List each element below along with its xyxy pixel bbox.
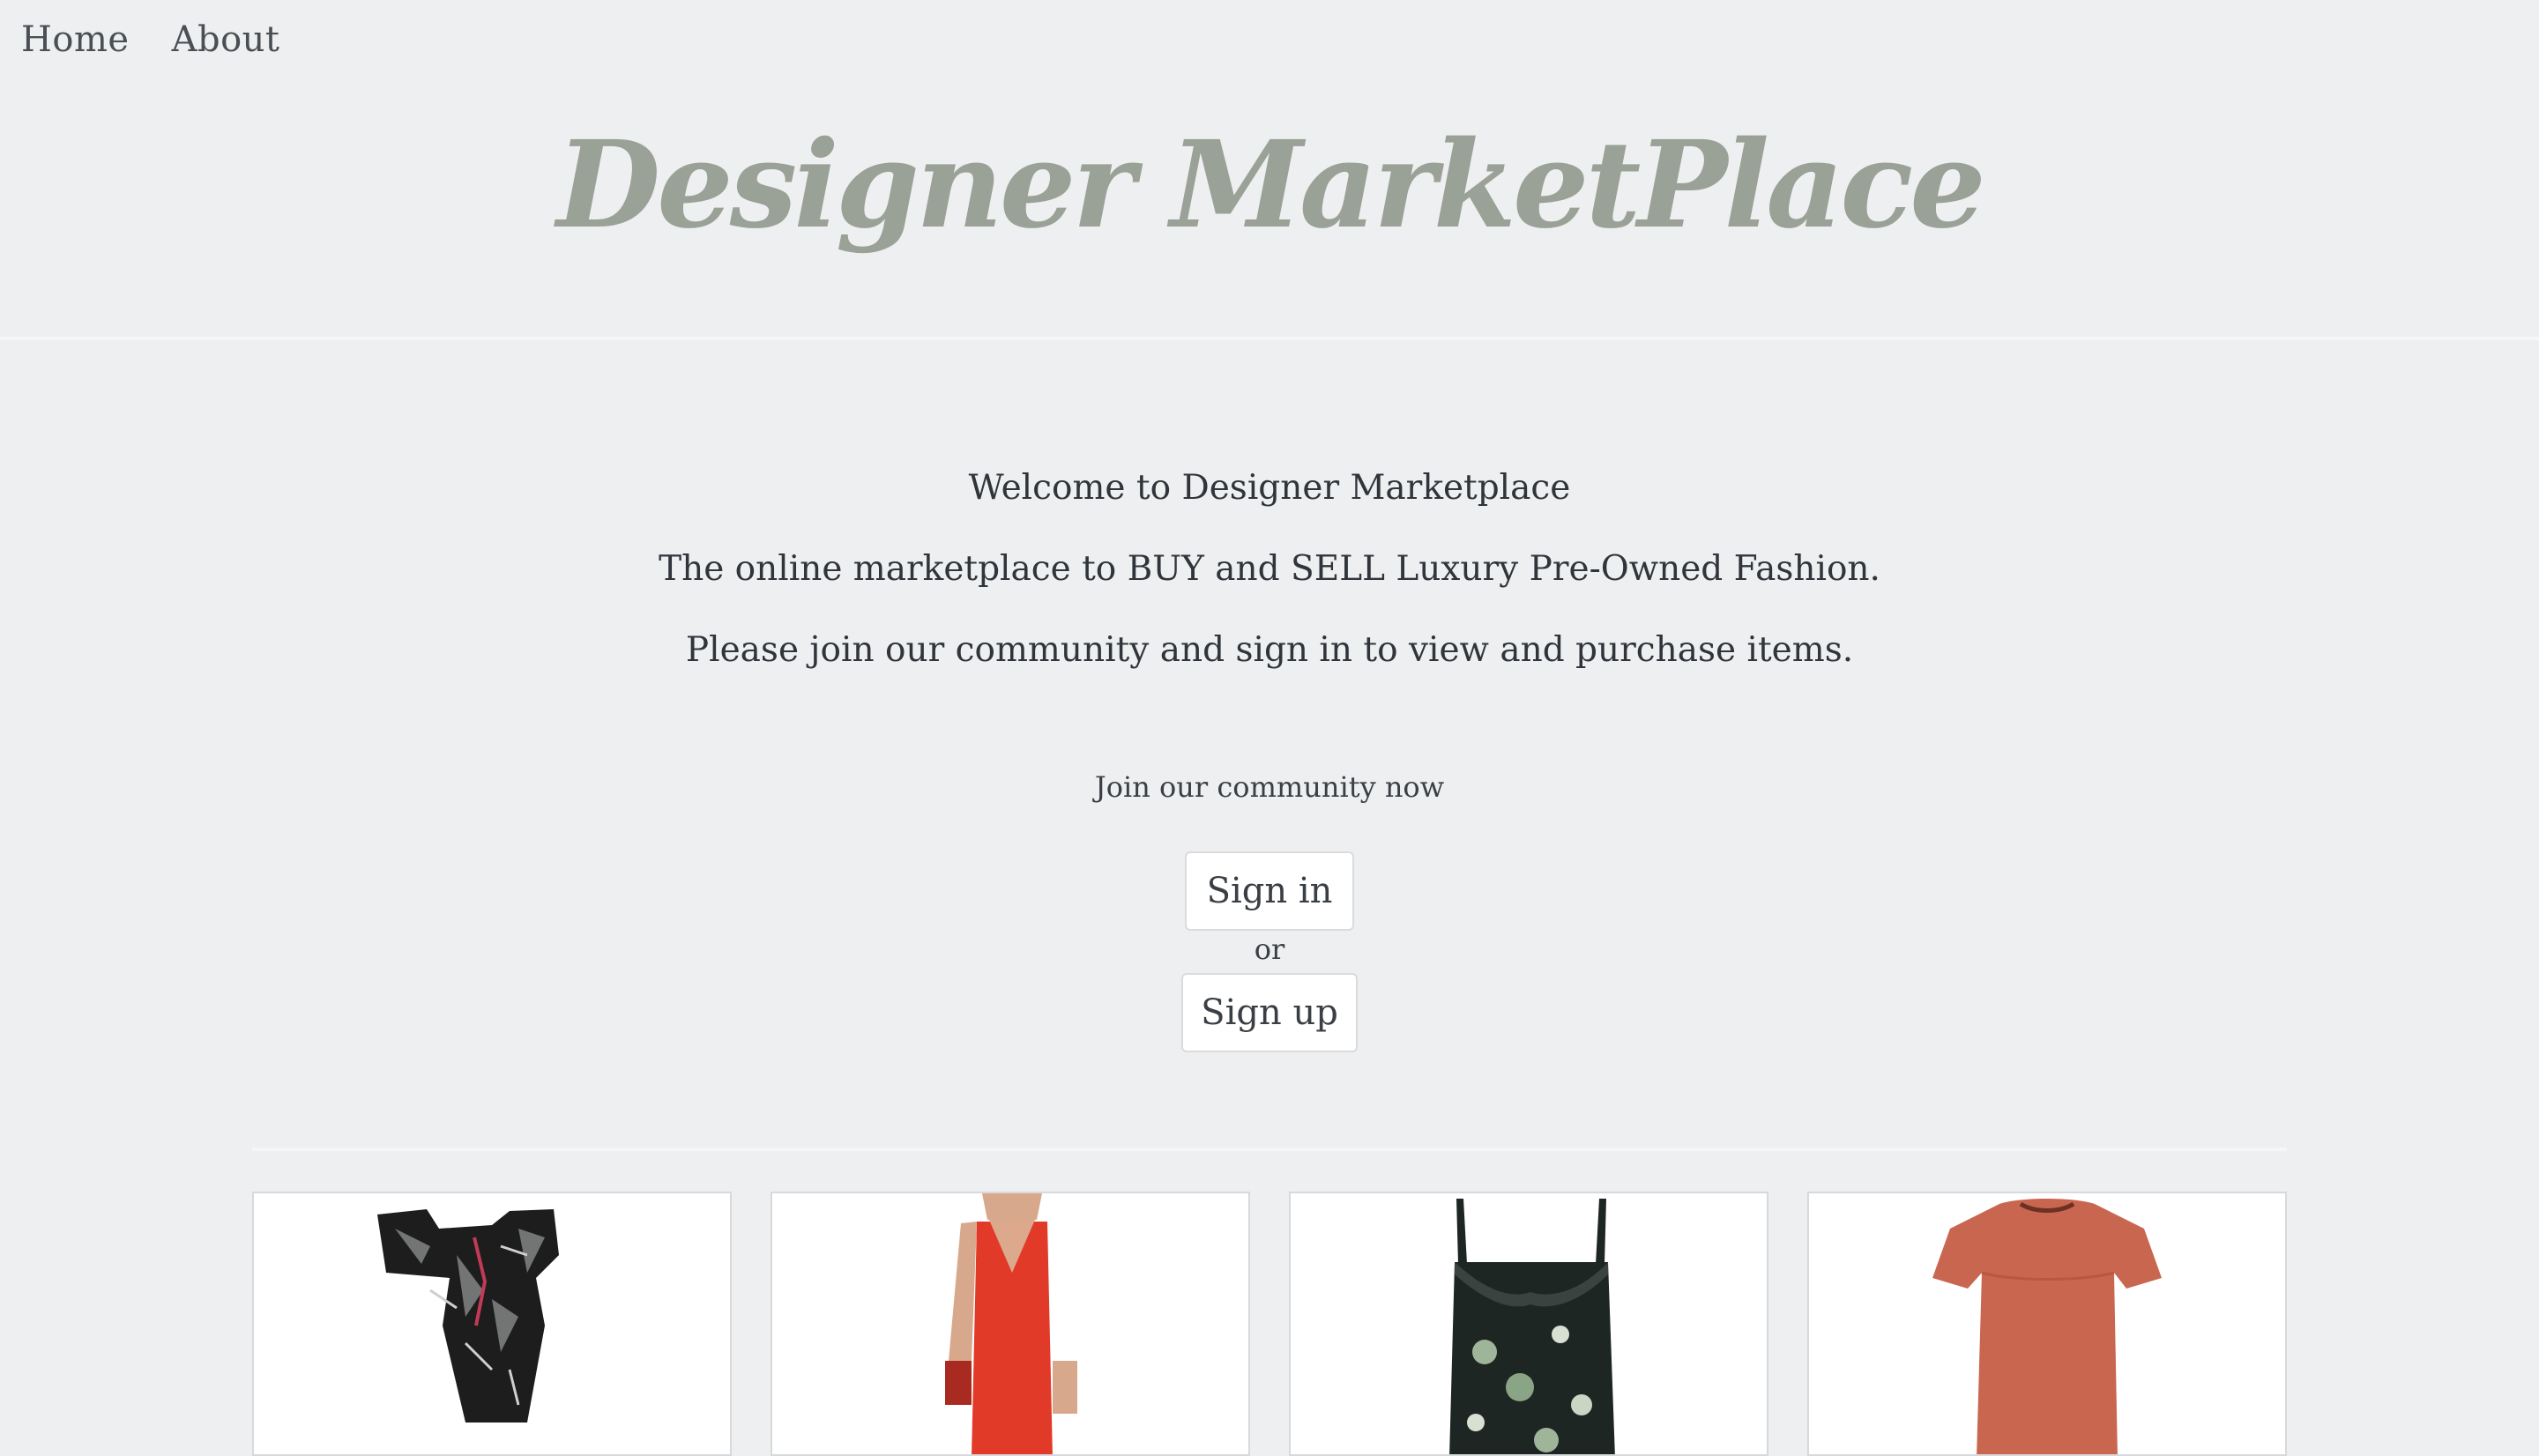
welcome-instruction: Please join our community and sign in to… [685,630,1854,670]
nav-home-link[interactable]: Home [21,19,130,60]
welcome-heading: Welcome to Designer Marketplace [968,468,1571,508]
header-divider [0,337,2539,340]
dark-floral-slip-dress-image [1291,1193,1767,1454]
black-lace-romper-image [254,1193,730,1454]
product-card-black-lace-romper[interactable] [252,1192,732,1456]
product-card-dark-floral-slip-dress[interactable] [1289,1192,1768,1456]
red-slip-dress-image [772,1193,1248,1454]
nav-about-link[interactable]: About [172,19,280,60]
or-separator: or [1254,932,1285,966]
welcome-tagline: The online marketplace to BUY and SELL L… [659,549,1880,589]
sign-up-button[interactable]: Sign up [1181,973,1358,1052]
join-community-text: Join our community now [1094,770,1445,804]
product-grid [252,1192,2287,1456]
site-title: Designer MarketPlace [556,115,1985,256]
top-nav: Home About [21,19,280,60]
sign-in-button[interactable]: Sign in [1185,851,1354,931]
product-card-orange-short-sleeve-dress[interactable] [1807,1192,2287,1456]
product-card-red-slip-dress[interactable] [771,1192,1250,1456]
orange-short-sleeve-dress-image [1809,1193,2285,1454]
section-divider [252,1148,2287,1151]
